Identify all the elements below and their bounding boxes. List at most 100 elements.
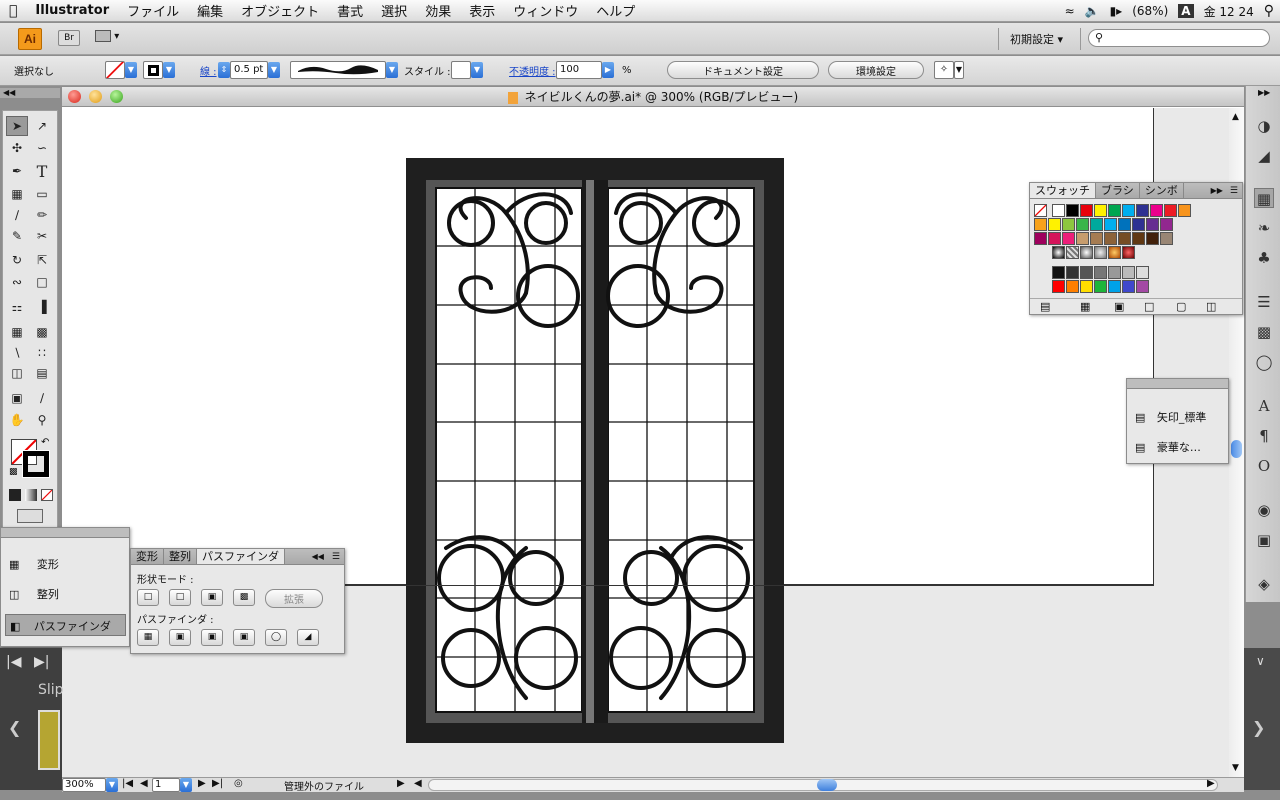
color-swatch[interactable]	[1080, 204, 1093, 217]
opacity-input[interactable]: 100	[556, 61, 602, 79]
brush-item-arrow-standard[interactable]: ▤ 矢印_標準	[1135, 409, 1206, 425]
gradient-swatch[interactable]	[1052, 246, 1065, 259]
opentype-dock-icon[interactable]: O	[1254, 456, 1274, 476]
color-swatch[interactable]	[1066, 280, 1079, 293]
input-method-icon[interactable]: A	[1178, 4, 1194, 18]
appearance-dock-icon[interactable]: ◉	[1254, 500, 1274, 520]
color-swatch[interactable]	[1034, 218, 1047, 231]
color-swatch[interactable]	[1150, 204, 1163, 217]
color-panel-icon[interactable]: ◢	[1254, 146, 1274, 166]
scroll-up-arrow-icon[interactable]: ▲	[1232, 112, 1239, 122]
color-swatch[interactable]	[1164, 204, 1177, 217]
stroke-weight-input[interactable]: 0.5 pt	[230, 61, 268, 79]
gradient-swatch[interactable]	[1066, 246, 1079, 259]
preferences-button[interactable]: 環境設定	[828, 61, 924, 79]
gradient-swatch[interactable]	[1108, 246, 1121, 259]
next-icon[interactable]: ▶|	[34, 654, 49, 670]
menu-window[interactable]: ウィンドウ	[504, 1, 587, 20]
transparency-dock-icon[interactable]: ◯	[1254, 352, 1274, 372]
chevron-left-icon[interactable]: ❮	[8, 718, 21, 737]
artboard-number-input[interactable]: 1	[152, 778, 180, 792]
artboard-dropdown-icon[interactable]: ▼	[180, 778, 192, 792]
free-transform-tool-icon[interactable]: □	[31, 272, 53, 292]
color-swatch[interactable]	[1108, 280, 1121, 293]
close-window-button[interactable]	[68, 90, 81, 103]
minus-back-button[interactable]: ◢	[297, 629, 319, 646]
gradient-tool-icon[interactable]: ▩	[31, 322, 53, 342]
screen-mode-icon[interactable]	[17, 509, 43, 523]
scroll-thumb[interactable]	[1231, 440, 1242, 458]
slip-thumbnail[interactable]	[38, 710, 60, 770]
trim-button[interactable]: ▣	[169, 629, 191, 646]
color-swatch[interactable]	[1104, 218, 1117, 231]
scroll-down-arrow-icon[interactable]: ▼	[1232, 763, 1239, 773]
tab-symbols[interactable]: シンボ	[1140, 183, 1184, 198]
color-guide-icon[interactable]: ◑	[1254, 116, 1274, 136]
first-artboard-icon[interactable]: |◀	[122, 778, 133, 789]
panel-item-transform[interactable]: ▦ 変形	[9, 556, 124, 576]
chevron-down-icon[interactable]: ∨	[1256, 654, 1265, 668]
selection-tool-icon[interactable]: ➤	[6, 116, 28, 136]
line-segment-tool-icon[interactable]: ▦	[6, 184, 28, 204]
zoom-window-button[interactable]	[110, 90, 123, 103]
character-dock-icon[interactable]: A	[1254, 396, 1274, 416]
prev-artboard-icon[interactable]: ◀	[140, 778, 148, 789]
color-swatch[interactable]	[1104, 232, 1117, 245]
workspace-switcher[interactable]: 初期設定 ▾	[1010, 31, 1063, 47]
color-swatch[interactable]	[1048, 218, 1061, 231]
color-swatch[interactable]	[1122, 266, 1135, 279]
menu-effect[interactable]: 効果	[416, 1, 460, 20]
unite-button[interactable]: □	[137, 589, 159, 606]
chevron-right-icon[interactable]: ▶	[602, 62, 614, 78]
version-cue-icon[interactable]: ◎	[234, 778, 243, 789]
color-swatch[interactable]	[1146, 232, 1159, 245]
hand-tool-icon[interactable]: ✋	[6, 410, 28, 430]
color-swatch[interactable]	[1136, 280, 1149, 293]
tab-swatches[interactable]: スウォッチ	[1030, 183, 1096, 198]
zoom-level-input[interactable]: 300%	[62, 778, 106, 792]
color-swatch[interactable]	[1048, 232, 1061, 245]
stroke-color-selector[interactable]: ▼	[143, 61, 175, 79]
swatch-none[interactable]	[1034, 204, 1047, 217]
brushes-panel-header[interactable]	[1127, 379, 1228, 389]
gradient-swatch[interactable]	[1122, 246, 1135, 259]
tab-brushes[interactable]: ブラシ	[1096, 183, 1140, 198]
arrange-documents-button[interactable]: ▾	[95, 30, 127, 46]
swatches-dock-icon[interactable]: ▦	[1254, 188, 1274, 208]
color-swatch[interactable]	[1076, 218, 1089, 231]
color-swatch[interactable]	[1108, 266, 1121, 279]
gradient-mode-icon[interactable]	[25, 489, 37, 501]
graphic-style-dropdown[interactable]: ▼	[451, 61, 483, 79]
bridge-button[interactable]: Br	[58, 30, 80, 46]
intersect-button[interactable]: ▣	[201, 589, 223, 606]
crop-button[interactable]: ▣	[233, 629, 255, 646]
zoom-tool-icon[interactable]: ⚲	[31, 410, 53, 430]
stroke-label-link[interactable]: 線 :	[200, 61, 217, 79]
symbol-sprayer-tool-icon[interactable]: ⚏	[6, 297, 28, 317]
help-search-input[interactable]: ⚲	[1088, 29, 1270, 47]
color-swatch[interactable]	[1080, 266, 1093, 279]
chevron-down-icon[interactable]: ▼	[268, 62, 280, 78]
divide-button[interactable]: ▦	[137, 629, 159, 646]
color-swatch[interactable]	[1136, 204, 1149, 217]
color-swatch[interactable]	[1118, 232, 1131, 245]
volume-icon[interactable]: 🔈	[1085, 4, 1100, 18]
color-swatch[interactable]	[1160, 218, 1173, 231]
color-swatch[interactable]	[1062, 218, 1075, 231]
clock[interactable]: 金 12 24	[1204, 3, 1254, 20]
hscroll-thumb[interactable]	[817, 779, 837, 791]
color-swatch[interactable]	[1136, 266, 1149, 279]
color-swatch[interactable]	[1118, 218, 1131, 231]
rectangle-tool-icon[interactable]: ▭	[31, 184, 53, 204]
menu-edit[interactable]: 編集	[188, 1, 232, 20]
menu-object[interactable]: オブジェクト	[232, 1, 328, 20]
artboard-tool-icon[interactable]: ▣	[6, 388, 28, 408]
collapse-panel-icon[interactable]: ◀◀	[308, 549, 328, 564]
direct-selection-tool-icon[interactable]: ↗	[31, 116, 53, 136]
status-menu-arrow-icon[interactable]: ▶	[397, 778, 405, 789]
opacity-field[interactable]: 100 ▶	[556, 61, 614, 79]
stroke-dock-icon[interactable]: ☰	[1254, 292, 1274, 312]
symbols-dock-icon[interactable]: ♣	[1254, 248, 1274, 268]
minimize-window-button[interactable]	[89, 90, 102, 103]
menu-file[interactable]: ファイル	[118, 1, 188, 20]
